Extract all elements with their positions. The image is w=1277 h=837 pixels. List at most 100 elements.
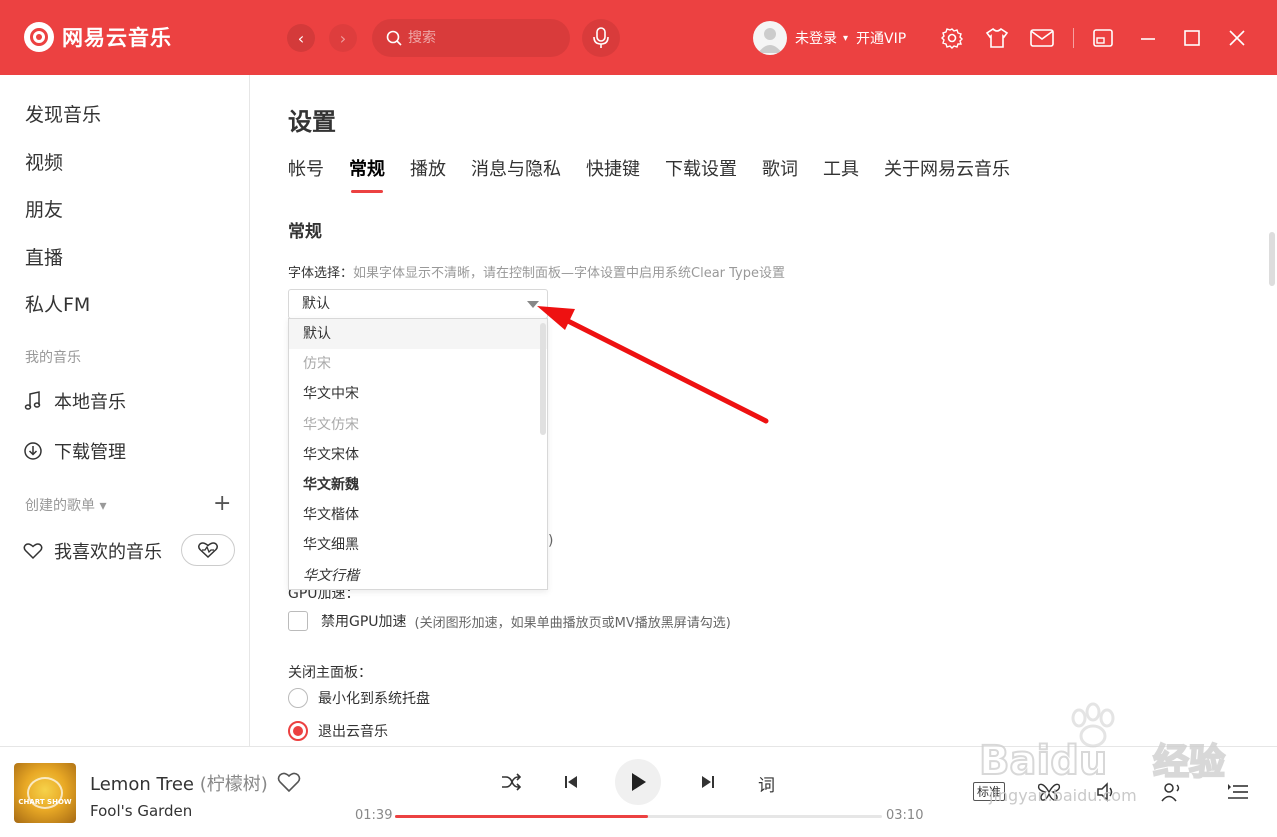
lyrics-button[interactable]: 词 [758,771,775,796]
tab-shortcuts[interactable]: 快捷键 [586,155,640,181]
add-playlist-button[interactable]: + [213,491,231,516]
page-scrollbar[interactable] [1269,232,1275,286]
search-box[interactable] [372,19,570,57]
font-dropdown-list: 默认 仿宋 华文中宋 华文仿宋 华文宋体 华文新魏 华文楷体 华文细黑 华文行楷 [288,318,548,590]
settings-button[interactable] [940,26,964,50]
maximize-button[interactable] [1180,26,1204,50]
back-button[interactable]: ‹ [287,24,315,52]
next-button[interactable] [697,771,719,793]
font-option[interactable]: 华文楷体 [289,500,547,530]
tshirt-icon [985,27,1009,48]
playlist-button[interactable] [1226,781,1250,803]
search-icon [386,30,402,46]
tab-general[interactable]: 常规 [349,155,385,193]
radio-label[interactable]: 退出云音乐 [318,721,388,741]
sidebar-item-live[interactable]: 直播 [25,243,63,270]
gear-icon [941,28,963,49]
close-option-minimize[interactable]: 最小化到系统托盘 [288,688,430,708]
font-option[interactable]: 华文细黑 [289,530,547,560]
volume-icon [1097,782,1113,802]
font-option[interactable]: 华文仿宋 [289,410,547,440]
shuffle-button[interactable] [500,771,522,793]
download-icon [22,440,44,462]
tab-playback[interactable]: 播放 [410,155,446,181]
album-cover[interactable]: CHART SHOW [14,763,76,823]
skip-next-icon [702,776,714,788]
voice-search-button[interactable] [582,19,620,57]
song-title[interactable]: Lemon Tree (柠檬树) [90,770,268,796]
font-option[interactable]: 华文宋体 [289,440,547,470]
play-button[interactable] [615,759,661,805]
sidebar-item-discover[interactable]: 发现音乐 [25,100,101,127]
divider [1073,28,1074,48]
tab-tools[interactable]: 工具 [823,155,859,181]
like-button[interactable] [277,771,301,797]
font-option[interactable]: 仿宋 [289,349,547,379]
font-select-value: 默认 [302,296,330,312]
tab-account[interactable]: 帐号 [288,155,324,181]
close-option-exit[interactable]: 退出云音乐 [288,721,388,741]
login-link[interactable]: 未登录 [795,28,837,48]
font-option[interactable]: 华文新魏 [289,470,547,500]
font-option[interactable]: 默认 [289,319,547,350]
obscured-text: ) [548,533,554,549]
tab-download[interactable]: 下载设置 [665,155,737,181]
quality-button[interactable]: 标准 [973,782,1006,801]
mini-mode-button[interactable] [1091,26,1115,50]
current-time: 01:39 [355,808,393,823]
sidebar-item-fm[interactable]: 私人FM [25,290,90,317]
minimize-icon [1141,38,1155,40]
previous-button[interactable] [560,771,582,793]
people-icon [1161,783,1180,802]
play-icon [632,773,646,791]
song-name: Lemon Tree [90,774,194,795]
app-logo[interactable]: 网易云音乐 [24,22,172,52]
playlist-icon [1228,784,1248,799]
sidebar-item-video[interactable]: 视频 [25,148,63,175]
dropdown-scrollbar[interactable] [540,323,546,435]
font-label: 字体选择：如果字体显示不清晰，请在控制面板—字体设置中启用系统Clear Typ… [288,262,785,281]
vip-link[interactable]: 开通VIP [856,28,906,48]
close-button[interactable] [1225,26,1249,50]
page-title: 设置 [288,108,336,136]
user-icon [758,28,782,53]
heart-mode-button[interactable] [181,534,235,566]
font-option[interactable]: 华文行楷 [289,561,547,590]
sidebar: 发现音乐 视频 朋友 直播 私人FM 我的音乐 本地音乐 下载管理 创建的歌单 … [0,75,250,746]
radio-label[interactable]: 最小化到系统托盘 [318,688,430,708]
radio-minimize[interactable] [288,688,308,708]
sidebar-item-local-music[interactable]: 本地音乐 [22,388,126,414]
forward-button[interactable]: › [329,24,357,52]
gpu-option[interactable]: 禁用GPU加速 (关闭图形加速，如果单曲播放页或MV播放黑屏请勾选) [288,611,731,631]
caret-down-icon[interactable]: ▾ [843,33,848,44]
sound-effect-button[interactable] [1037,781,1061,803]
volume-button[interactable] [1095,781,1119,803]
tab-lyrics[interactable]: 歌词 [762,155,798,181]
sidebar-item-label: 本地音乐 [54,392,126,413]
microphone-icon [593,27,609,48]
sidebar-item-friends[interactable]: 朋友 [25,195,63,222]
font-select[interactable]: 默认 [288,289,548,319]
search-input[interactable] [408,30,558,46]
radio-exit[interactable] [288,721,308,741]
sidebar-item-favorites[interactable]: 我喜欢的音乐 [22,538,162,564]
app-name: 网易云音乐 [62,26,172,50]
skin-button[interactable] [985,26,1009,50]
tab-privacy[interactable]: 消息与隐私 [471,155,561,181]
messages-button[interactable] [1030,26,1054,50]
minimize-button[interactable] [1136,26,1160,50]
font-label-text: 字体选择： [288,266,354,281]
mail-icon [1030,29,1054,47]
font-option[interactable]: 华文中宋 [289,379,547,409]
user-menu[interactable]: 未登录 ▾ 开通VIP [753,21,906,55]
gpu-checkbox[interactable] [288,611,308,631]
avatar[interactable] [753,21,787,55]
artist-name[interactable]: Fool's Garden [90,802,192,820]
listen-together-button[interactable] [1160,781,1184,803]
tab-about[interactable]: 关于网易云音乐 [884,155,1010,181]
sidebar-item-downloads[interactable]: 下载管理 [22,438,126,464]
created-playlists-heading[interactable]: 创建的歌单 ▾ [25,495,106,515]
gpu-checkbox-label[interactable]: 禁用GPU加速 [321,611,407,631]
font-hint: 如果字体显示不清晰，请在控制面板—字体设置中启用系统Clear Type设置 [353,266,786,281]
progress-bar[interactable] [395,815,882,818]
